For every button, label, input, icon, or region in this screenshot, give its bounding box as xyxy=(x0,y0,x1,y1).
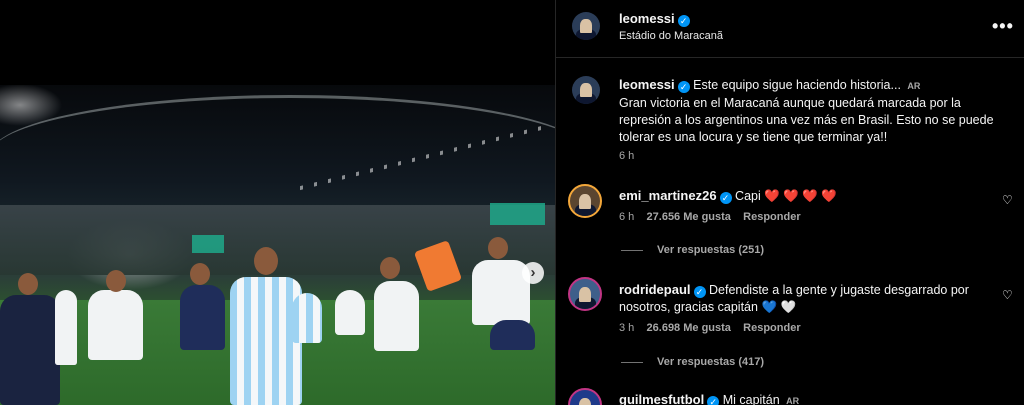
caption-author-avatar[interactable] xyxy=(572,76,600,104)
player-figure xyxy=(292,293,322,343)
comment-username[interactable]: rodridepaul xyxy=(619,282,691,297)
player-figure xyxy=(88,290,143,360)
view-replies-label: Ver respuestas (251) xyxy=(657,244,765,256)
translation-tag[interactable]: AR xyxy=(907,81,920,91)
comment-text: emi_martinez26 ✓ Capi ❤️ ❤️ ❤️ ❤️ xyxy=(619,187,999,205)
player-head xyxy=(380,257,400,279)
verified-badge-icon: ✓ xyxy=(677,15,690,27)
comment-avatar[interactable] xyxy=(568,184,602,218)
comment-likes[interactable]: 27.656 Me gusta xyxy=(647,211,731,223)
comment-body: Mi capitán xyxy=(722,393,780,405)
player-head xyxy=(18,273,38,295)
post-header: leomessi ✓ Estádio do Maracanã ••• xyxy=(556,0,1024,58)
next-photo-button[interactable]: › xyxy=(522,262,544,284)
caption-body: Gran victoria en el Maracaná aunque qued… xyxy=(619,96,994,144)
scoreboard-right xyxy=(490,203,545,225)
caption-lead: Este equipo sigue haciendo historia... xyxy=(693,78,901,92)
comment-username[interactable]: guilmesfutbol xyxy=(619,392,704,405)
caption: leomessi ✓ Este equipo sigue haciendo his… xyxy=(619,76,1014,146)
scoreboard-left xyxy=(192,235,224,253)
player-head xyxy=(190,263,210,285)
verified-badge-icon: ✓ xyxy=(719,192,732,204)
player-head xyxy=(106,270,126,292)
comment-likes[interactable]: 26.698 Me gusta xyxy=(647,322,731,334)
like-comment-heart-icon[interactable]: ♡ xyxy=(1002,288,1013,302)
comment-text: guilmesfutbol ✓ Mi capitán AR xyxy=(619,391,999,405)
view-replies-button[interactable]: Ver respuestas (251) xyxy=(621,244,764,256)
author-username[interactable]: leomessi xyxy=(619,11,675,26)
player-shorts xyxy=(490,320,535,350)
verified-badge-icon: ✓ xyxy=(693,286,706,298)
caption-time: 6 h xyxy=(619,150,635,162)
comment-meta: 3 h 26.698 Me gusta Responder xyxy=(619,322,801,334)
comment-emoji: 💙 🤍 xyxy=(761,300,797,314)
comment-avatar[interactable] xyxy=(568,388,602,405)
player-messi xyxy=(230,277,302,405)
comment-body: Capi xyxy=(735,189,761,203)
player-figure xyxy=(0,295,60,405)
player-figure xyxy=(374,281,419,351)
translation-tag[interactable]: AR xyxy=(786,396,799,405)
comment-time: 6 h xyxy=(619,211,635,223)
reply-button[interactable]: Responder xyxy=(743,322,800,334)
player-figure xyxy=(335,290,365,335)
player-figure xyxy=(55,290,77,365)
comment-meta: 6 h 27.656 Me gusta Responder xyxy=(619,211,801,223)
post-panel: leomessi ✓ Estádio do Maracanã ••• leomes… xyxy=(555,0,1024,405)
comment-time: 3 h xyxy=(619,322,635,334)
player-head xyxy=(254,247,278,275)
comment-avatar[interactable] xyxy=(568,277,602,311)
author-avatar[interactable] xyxy=(572,12,600,40)
post-location[interactable]: Estádio do Maracanã xyxy=(619,30,723,42)
caption-username[interactable]: leomessi xyxy=(619,77,675,92)
more-horizontal-icon[interactable]: ••• xyxy=(992,16,1014,37)
like-comment-heart-icon[interactable]: ♡ xyxy=(1002,193,1013,207)
verified-badge-icon: ✓ xyxy=(707,396,720,405)
player-figure xyxy=(180,285,225,350)
chevron-right-icon: › xyxy=(530,264,536,281)
stadium-roof xyxy=(0,95,555,215)
post-photo: › xyxy=(0,85,555,405)
view-replies-label: Ver respuestas (417) xyxy=(657,356,765,368)
comment-text: rodridepaul ✓ Defendiste a la gente y jug… xyxy=(619,281,999,316)
player-head xyxy=(488,237,508,259)
comment-emoji: ❤️ ❤️ ❤️ ❤️ xyxy=(764,189,837,203)
reply-button[interactable]: Responder xyxy=(743,211,800,223)
comment-username[interactable]: emi_martinez26 xyxy=(619,188,717,203)
verified-badge-icon: ✓ xyxy=(677,81,690,93)
view-replies-button[interactable]: Ver respuestas (417) xyxy=(621,356,764,368)
